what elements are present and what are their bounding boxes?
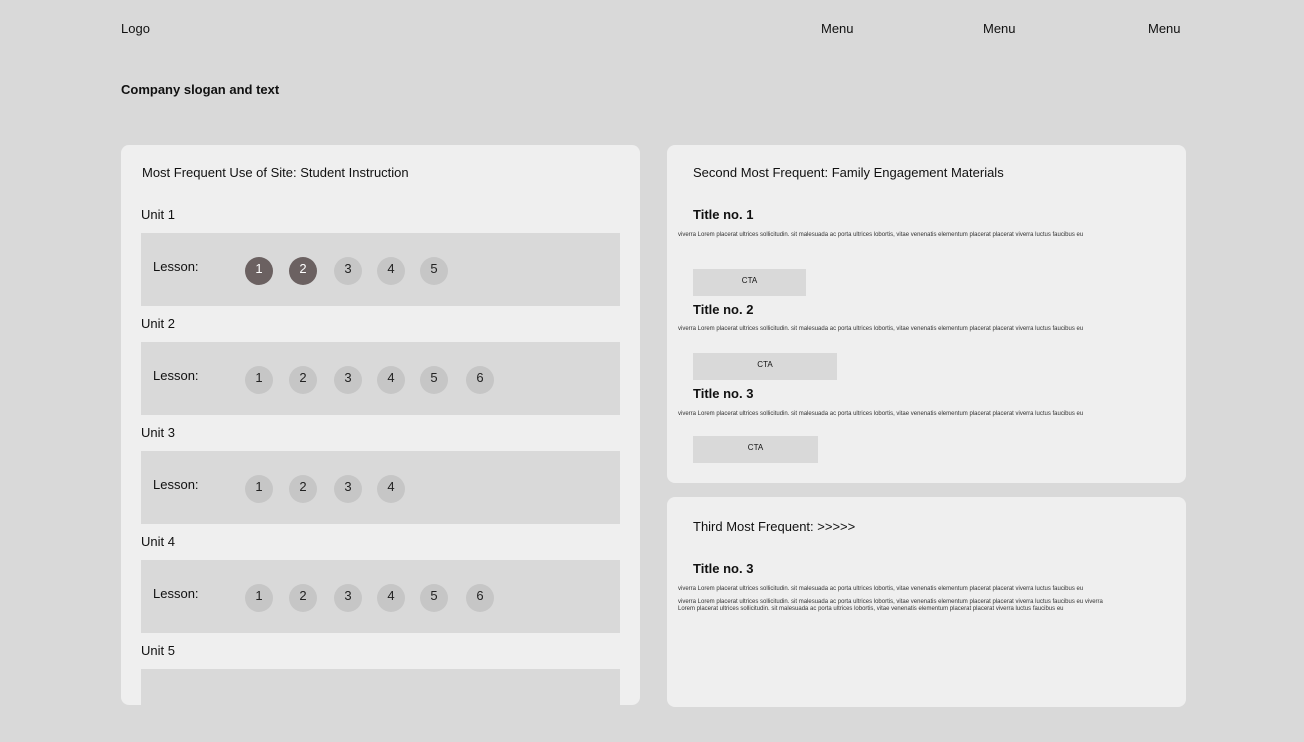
item-title: Title no. 1 [693,207,754,222]
company-slogan: Company slogan and text [121,82,280,97]
unit-label: Unit 2 [141,316,175,331]
lesson-button[interactable]: 2 [289,475,317,503]
third-frequent-panel: Third Most Frequent: >>>>> Title no. 3 v… [667,497,1186,707]
family-engagement-panel: Second Most Frequent: Family Engagement … [667,145,1186,483]
cta-button[interactable]: CTA [693,436,818,463]
logo[interactable]: Logo [121,21,150,36]
lesson-label: Lesson: [153,586,199,601]
lesson-button[interactable]: 3 [334,257,362,285]
lesson-button[interactable]: 1 [245,257,273,285]
unit-label: Unit 1 [141,207,175,222]
lesson-button[interactable]: 3 [334,475,362,503]
lesson-row-unit-2: Lesson: 1 2 3 4 5 6 [141,342,620,415]
student-instruction-panel: Most Frequent Use of Site: Student Instr… [121,145,640,742]
lesson-label: Lesson: [153,368,199,383]
menu-item-3[interactable]: Menu [1148,21,1181,36]
lesson-button[interactable]: 1 [245,584,273,612]
lesson-button[interactable]: 4 [377,257,405,285]
lesson-row-unit-1: Lesson: 1 2 3 4 5 [141,233,620,306]
menu-item-2[interactable]: Menu [983,21,1016,36]
item-title: Title no. 3 [693,386,754,401]
unit-label: Unit 4 [141,534,175,549]
lesson-label: Lesson: [153,259,199,274]
item-text: viverra Lorem placerat ultrices sollicit… [678,232,1084,238]
lesson-button[interactable]: 6 [466,366,494,394]
lesson-button[interactable]: 2 [289,366,317,394]
lesson-button[interactable]: 4 [377,584,405,612]
lesson-button[interactable]: 3 [334,584,362,612]
panel-title: Third Most Frequent: >>>>> [693,519,856,534]
item-text: Lorem placerat ultrices sollicitudin. si… [678,606,1064,612]
lesson-row-unit-3: Lesson: 1 2 3 4 [141,451,620,524]
lesson-button[interactable]: 4 [377,475,405,503]
lesson-button[interactable]: 1 [245,366,273,394]
lesson-button[interactable]: 6 [466,584,494,612]
menu-item-1[interactable]: Menu [821,21,854,36]
cta-button[interactable]: CTA [693,269,806,296]
item-text: viverra Lorem placerat ultrices sollicit… [678,586,1084,592]
panel-title: Second Most Frequent: Family Engagement … [693,165,1004,180]
lesson-button[interactable]: 1 [245,475,273,503]
lesson-button[interactable]: 5 [420,584,448,612]
item-text: viverra Lorem placerat ultrices sollicit… [678,411,1084,417]
item-title: Title no. 2 [693,302,754,317]
lesson-button[interactable]: 5 [420,257,448,285]
lesson-button[interactable]: 2 [289,257,317,285]
lesson-button[interactable]: 3 [334,366,362,394]
panel-title: Most Frequent Use of Site: Student Instr… [142,165,409,180]
lesson-label: Lesson: [153,477,199,492]
unit-label: Unit 3 [141,425,175,440]
item-title: Title no. 3 [693,561,754,576]
lesson-row-unit-5 [141,669,620,742]
lesson-button[interactable]: 4 [377,366,405,394]
unit-label: Unit 5 [141,643,175,658]
lesson-button[interactable]: 2 [289,584,317,612]
item-text: viverra Lorem placerat ultrices sollicit… [678,326,1084,332]
cta-button[interactable]: CTA [693,353,837,380]
lesson-button[interactable]: 5 [420,366,448,394]
lesson-row-unit-4: Lesson: 1 2 3 4 5 6 [141,560,620,633]
